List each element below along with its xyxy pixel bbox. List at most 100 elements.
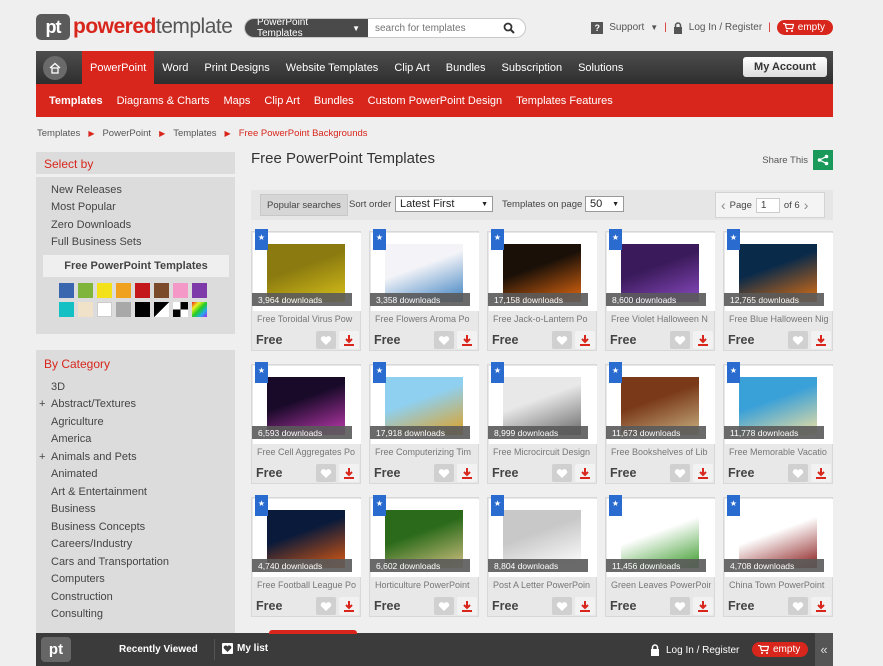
template-name[interactable]: Free Microcircuit Design: [493, 447, 593, 457]
add-to-list-button[interactable]: [670, 597, 690, 615]
category-item[interactable]: Animated: [36, 466, 235, 484]
category-item[interactable]: Careers/Industry: [36, 536, 235, 554]
filter-full-business-sets[interactable]: Full Business Sets: [36, 234, 235, 252]
subnav-templates-features[interactable]: Templates Features: [509, 84, 620, 117]
category-item[interactable]: Business Concepts: [36, 518, 235, 536]
breadcrumb-item[interactable]: PowerPoint: [102, 128, 151, 139]
color-swatch[interactable]: [192, 283, 207, 298]
logo[interactable]: pt powered template: [36, 14, 233, 40]
footer-login[interactable]: Log In / Register: [650, 644, 739, 656]
page-input[interactable]: 1: [755, 197, 780, 213]
download-button[interactable]: [575, 597, 595, 615]
template-name[interactable]: China Town PowerPoint: [729, 580, 829, 590]
template-name[interactable]: Free Flowers Aroma Po: [375, 314, 475, 324]
color-swatch[interactable]: [78, 302, 93, 317]
login-register-link[interactable]: Log In / Register: [689, 22, 762, 33]
subnav-clip-art[interactable]: Clip Art: [257, 84, 306, 117]
template-name[interactable]: Free Cell Aggregates Po: [257, 447, 357, 457]
expand-plus-icon[interactable]: +: [39, 398, 45, 410]
filter-most-popular[interactable]: Most Popular: [36, 199, 235, 217]
download-button[interactable]: [339, 464, 359, 482]
add-to-list-button[interactable]: [434, 597, 454, 615]
my-account-button[interactable]: My Account: [743, 57, 827, 77]
next-page-icon[interactable]: ›: [804, 197, 809, 213]
download-button[interactable]: [693, 464, 713, 482]
search-category-select[interactable]: PowerPoint Templates ▼: [245, 19, 368, 37]
my-list-button[interactable]: My list: [222, 643, 268, 654]
nav-subscription[interactable]: Subscription: [494, 51, 571, 84]
template-card[interactable]: ★ 11,456 downloads Green Leaves PowerPoin F…: [605, 495, 715, 617]
prev-page-icon[interactable]: ‹: [721, 197, 726, 213]
color-swatch[interactable]: [59, 302, 74, 317]
template-card[interactable]: ★ 8,999 downloads Free Microcircuit Design…: [487, 362, 597, 484]
download-button[interactable]: [575, 331, 595, 349]
nav-website-templates[interactable]: Website Templates: [278, 51, 387, 84]
breadcrumb-item[interactable]: Templates: [173, 128, 216, 139]
subnav-diagrams-charts[interactable]: Diagrams & Charts: [110, 84, 217, 117]
color-swatch[interactable]: [135, 302, 150, 317]
add-to-list-button[interactable]: [316, 464, 336, 482]
category-item[interactable]: + Animals and Pets: [36, 448, 235, 466]
nav-solutions[interactable]: Solutions: [570, 51, 631, 84]
template-card[interactable]: ★ 11,673 downloads Free Bookshelves of Lib…: [605, 362, 715, 484]
template-card[interactable]: ★ 8,600 downloads Free Violet Halloween N F…: [605, 229, 715, 351]
add-to-list-button[interactable]: [670, 331, 690, 349]
color-swatch[interactable]: [78, 283, 93, 298]
category-item[interactable]: Cars and Transportation: [36, 553, 235, 571]
template-card[interactable]: ★ 6,602 downloads Horticulture PowerPoint F…: [369, 495, 479, 617]
add-to-list-button[interactable]: [788, 464, 808, 482]
cart-button[interactable]: empty: [776, 20, 833, 35]
template-card[interactable]: ★ 12,765 downloads Free Blue Halloween Nig…: [723, 229, 833, 351]
template-card[interactable]: ★ 3,358 downloads Free Flowers Aroma Po Fre…: [369, 229, 479, 351]
category-item[interactable]: America: [36, 431, 235, 449]
expand-plus-icon[interactable]: +: [39, 451, 45, 463]
filter-zero-downloads[interactable]: Zero Downloads: [36, 216, 235, 234]
add-to-list-button[interactable]: [670, 464, 690, 482]
category-item[interactable]: Consulting: [36, 606, 235, 624]
add-to-list-button[interactable]: [434, 331, 454, 349]
download-button[interactable]: [811, 464, 831, 482]
template-name[interactable]: Free Bookshelves of Lib: [611, 447, 711, 457]
color-swatch[interactable]: [173, 283, 188, 298]
download-button[interactable]: [457, 597, 477, 615]
add-to-list-button[interactable]: [552, 597, 572, 615]
template-name[interactable]: Free Football League Po: [257, 580, 357, 590]
color-swatch[interactable]: [59, 283, 74, 298]
template-name[interactable]: Free Blue Halloween Nig: [729, 314, 829, 324]
template-name[interactable]: Free Violet Halloween N: [611, 314, 711, 324]
download-button[interactable]: [339, 597, 359, 615]
subnav-templates[interactable]: Templates: [42, 84, 110, 117]
category-item[interactable]: + Abstract/Textures: [36, 396, 235, 414]
download-button[interactable]: [457, 464, 477, 482]
templates-per-page-select[interactable]: 50 ▼: [585, 196, 624, 212]
nav-word[interactable]: Word: [154, 51, 196, 84]
template-card[interactable]: ★ 4,708 downloads China Town PowerPoint Fre…: [723, 495, 833, 617]
sort-order-select[interactable]: Latest First ▼: [395, 196, 493, 212]
template-name[interactable]: Free Jack-o-Lantern Po: [493, 314, 593, 324]
template-name[interactable]: Free Toroidal Virus Pow: [257, 314, 357, 324]
add-to-list-button[interactable]: [552, 331, 572, 349]
search-input[interactable]: [368, 19, 498, 37]
category-item[interactable]: Business: [36, 501, 235, 519]
nav-clip-art[interactable]: Clip Art: [386, 51, 437, 84]
category-item[interactable]: Construction: [36, 588, 235, 606]
add-to-list-button[interactable]: [316, 597, 336, 615]
template-name[interactable]: Free Computerizing Tim: [375, 447, 475, 457]
breadcrumb-item[interactable]: Templates: [37, 128, 80, 139]
footer-cart-button[interactable]: empty: [752, 642, 809, 657]
download-button[interactable]: [339, 331, 359, 349]
category-item[interactable]: 3D: [36, 378, 235, 396]
download-button[interactable]: [693, 597, 713, 615]
color-swatch[interactable]: [154, 283, 169, 298]
template-card[interactable]: ★ 8,804 downloads Post A Letter PowerPoin F…: [487, 495, 597, 617]
nav-powerpoint[interactable]: PowerPoint: [82, 51, 155, 84]
add-to-list-button[interactable]: [788, 331, 808, 349]
search-icon[interactable]: [498, 19, 520, 37]
share-widget[interactable]: Share This: [762, 150, 833, 170]
subnav-maps[interactable]: Maps: [217, 84, 258, 117]
color-swatch[interactable]: [97, 283, 112, 298]
template-card[interactable]: ★ 6,593 downloads Free Cell Aggregates Po F…: [251, 362, 361, 484]
download-button[interactable]: [693, 331, 713, 349]
nav-bundles[interactable]: Bundles: [438, 51, 494, 84]
subnav-bundles[interactable]: Bundles: [307, 84, 361, 117]
